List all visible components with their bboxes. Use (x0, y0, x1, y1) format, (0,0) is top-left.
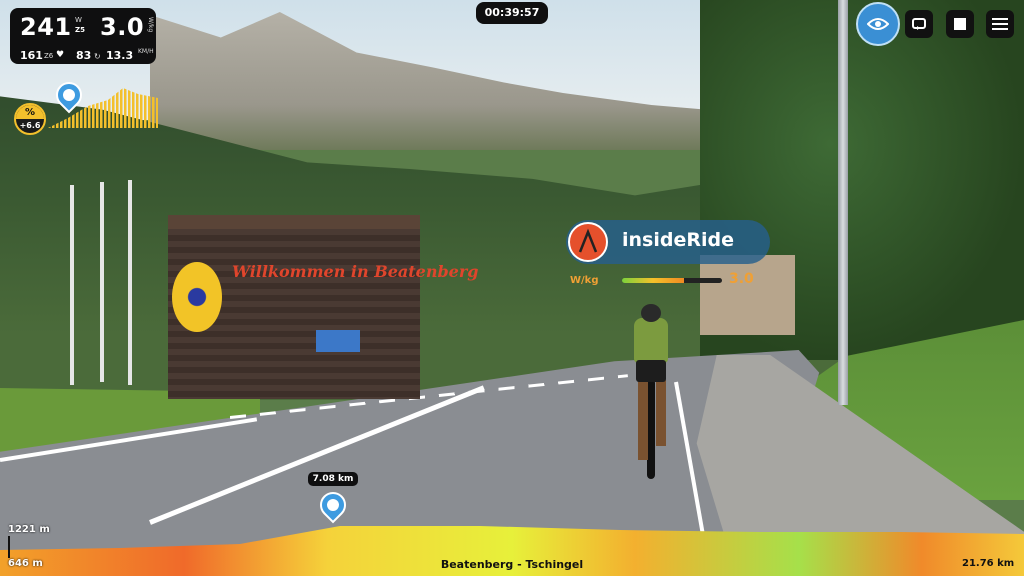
total-distance: 21.76 km (962, 558, 1015, 569)
building-sign: Willkommen in Beatenberg (232, 262, 479, 281)
wkg-unit: W/kg (147, 17, 154, 33)
street-light-pole (838, 0, 848, 405)
insideride-logo-icon (568, 222, 608, 262)
menu-button[interactable] (986, 10, 1014, 38)
grade-badge: % +6.6 (14, 103, 46, 135)
chalet-building (700, 255, 795, 335)
cadence-icon: ↻ (94, 52, 101, 61)
stop-button[interactable] (946, 10, 974, 38)
camera-switch-icon (912, 18, 926, 30)
stop-icon (954, 18, 966, 30)
power-zone: Z5 (75, 26, 85, 34)
grade-value: +6.6 (19, 121, 41, 130)
cyclist-shorts (636, 360, 666, 382)
power-unit: W (75, 16, 82, 24)
heart-icon: ♥ (56, 50, 65, 60)
heart-rate-value: 161 (20, 49, 43, 62)
banner-metric-label: W/kg (570, 275, 599, 286)
camera-switch-button[interactable] (905, 10, 933, 38)
stats-panel: 241 W Z5 3.0 W/kg 161 Z6 ♥ 83 ↻ 13.3 KM/… (10, 8, 156, 64)
speed-unit: KM/H (138, 48, 154, 55)
distance-callout: 7.08 km (308, 472, 358, 486)
sun-flower-logo (172, 262, 222, 332)
wkg-value: 3.0 (100, 13, 145, 41)
cyclist-avatar (626, 304, 676, 479)
view-toggle-button[interactable] (856, 2, 900, 46)
hr-zone: Z6 (44, 52, 54, 60)
wkg-bar-fill (622, 278, 684, 283)
cadence-value: 83 (76, 49, 92, 62)
cyclist-leg (656, 380, 666, 446)
route-name: Beatenberg - Tschingel (440, 558, 584, 571)
flag-pole (70, 185, 74, 385)
menu-icon (992, 18, 1008, 30)
flag-pole (100, 182, 104, 382)
partner-banner: insideRide (566, 220, 770, 264)
cyclist-leg (638, 380, 648, 460)
eye-icon (867, 18, 889, 30)
banner-metric-value: 3.0 (729, 271, 754, 287)
banner-brand: insideRide (622, 229, 734, 251)
elapsed-timer: 00:39:57 (476, 2, 548, 24)
wkg-bar (622, 278, 722, 283)
avatar-icon (63, 89, 75, 101)
info-sign (316, 330, 360, 352)
avatar-icon (327, 499, 339, 511)
flag-pole (128, 180, 132, 385)
cyclist-helmet (641, 304, 661, 322)
logo-mark-icon (578, 228, 598, 253)
grade-symbol: % (16, 105, 44, 119)
max-elevation: 1221 m (8, 524, 50, 535)
power-value: 241 (20, 13, 72, 41)
elevation-scale-line (8, 536, 10, 558)
bike-wheel (647, 379, 655, 479)
cyclist-jersey (634, 318, 668, 363)
speed-value: 13.3 (106, 49, 134, 62)
